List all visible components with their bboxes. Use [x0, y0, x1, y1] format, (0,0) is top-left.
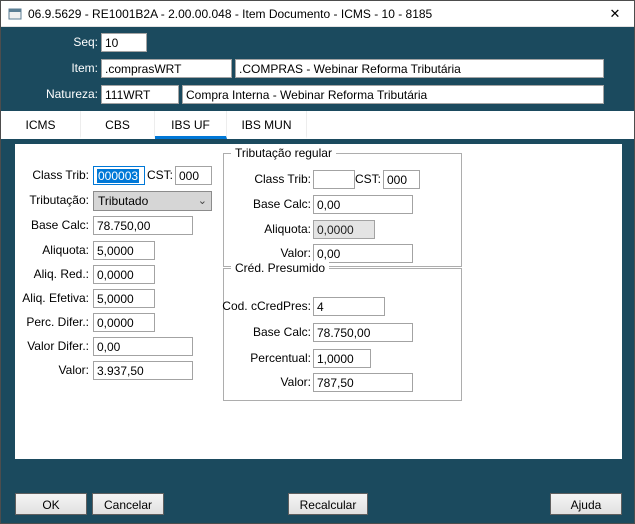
- tr-cst-input[interactable]: [383, 170, 420, 189]
- class-trib-label: Class Trib:: [32, 168, 89, 182]
- tr-class-trib-input[interactable]: [313, 170, 355, 189]
- seq-label: Seq:: [73, 35, 98, 49]
- valor-difer-label: Valor Difer.:: [27, 339, 89, 353]
- aliq-efetiva-label: Aliq. Efetiva:: [22, 291, 89, 305]
- chevron-down-icon: ⌄: [197, 194, 207, 207]
- tr-base-calc-label: Base Calc:: [252, 197, 311, 211]
- aliq-red-input[interactable]: [93, 265, 155, 284]
- recalcular-button[interactable]: Recalcular: [288, 493, 368, 515]
- natureza-description-field: [182, 85, 604, 104]
- aliquota-label: Aliquota:: [42, 243, 89, 257]
- titlebar: 06.9.5629 - RE1001B2A - 2.00.00.048 - It…: [1, 1, 634, 27]
- selected-text: 000003: [97, 168, 140, 183]
- item-description-field: [235, 59, 604, 78]
- cp-valor-label: Valor:: [280, 375, 311, 389]
- item-label: Item:: [71, 61, 98, 75]
- natureza-label: Natureza:: [45, 87, 98, 101]
- aliq-efetiva-input[interactable]: [93, 289, 155, 308]
- cp-cod-input[interactable]: [313, 297, 385, 316]
- cp-cod-label: Cod. cCredPres:: [222, 299, 311, 313]
- item-input[interactable]: [101, 59, 232, 78]
- base-calc-label: Base Calc:: [30, 218, 89, 232]
- app-icon: [8, 7, 22, 21]
- tab-icms[interactable]: ICMS: [1, 111, 81, 139]
- tr-class-trib-label: Class Trib:: [254, 172, 311, 186]
- cancelar-button[interactable]: Cancelar: [92, 493, 164, 515]
- cst-label: CST:: [146, 168, 173, 182]
- perc-difer-input[interactable]: [93, 313, 155, 332]
- natureza-input[interactable]: [101, 85, 179, 104]
- cst-input[interactable]: [175, 166, 212, 185]
- cp-base-calc-input[interactable]: [313, 323, 413, 342]
- tr-aliquota-label: Aliquota:: [264, 222, 311, 236]
- tributacao-regular-title: Tributação regular: [231, 146, 336, 160]
- tab-ibs-mun[interactable]: IBS MUN: [227, 111, 307, 139]
- cp-percentual-input[interactable]: [313, 349, 371, 368]
- cp-valor-input[interactable]: [313, 373, 413, 392]
- ajuda-button[interactable]: Ajuda: [550, 493, 622, 515]
- window-title: 06.9.5629 - RE1001B2A - 2.00.00.048 - It…: [28, 6, 433, 21]
- tab-cbs[interactable]: CBS: [81, 111, 155, 139]
- tr-cst-label: CST:: [354, 172, 381, 186]
- valor-difer-input[interactable]: [93, 337, 193, 356]
- valor-label: Valor:: [58, 363, 89, 377]
- cred-presumido-title: Créd. Presumido: [231, 261, 330, 275]
- content-panel: Class Trib: 000003 CST: Tributação: Trib…: [15, 144, 622, 459]
- tributacao-select[interactable]: Tributado ⌄: [93, 191, 212, 211]
- ok-button[interactable]: OK: [15, 493, 87, 515]
- tributacao-label: Tributação:: [29, 193, 89, 207]
- tab-bar: ICMS CBS IBS UF IBS MUN: [1, 111, 634, 139]
- aliquota-input[interactable]: [93, 241, 155, 260]
- cp-percentual-label: Percentual:: [250, 351, 311, 365]
- tab-ibs-uf[interactable]: IBS UF: [155, 111, 227, 139]
- aliq-red-label: Aliq. Red.:: [33, 267, 89, 281]
- tributacao-selected-value: Tributado: [98, 194, 149, 208]
- valor-input[interactable]: [93, 361, 193, 380]
- seq-input[interactable]: [101, 33, 147, 52]
- perc-difer-label: Perc. Difer.:: [26, 315, 89, 329]
- cp-base-calc-label: Base Calc:: [252, 325, 311, 339]
- tr-aliquota-input: [313, 220, 375, 239]
- close-button[interactable]: ✕: [596, 1, 634, 27]
- base-calc-input[interactable]: [93, 216, 193, 235]
- dialog-window: 06.9.5629 - RE1001B2A - 2.00.00.048 - It…: [0, 0, 635, 524]
- tr-base-calc-input[interactable]: [313, 195, 413, 214]
- class-trib-input[interactable]: 000003: [93, 166, 145, 185]
